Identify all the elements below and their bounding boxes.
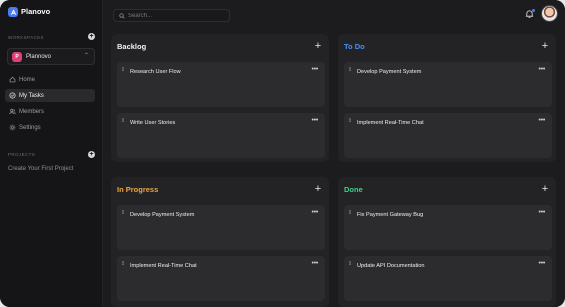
nav-item-settings[interactable]: Settings: [5, 121, 95, 134]
add-task-button[interactable]: +: [313, 41, 323, 52]
nav-item-members[interactable]: Members: [5, 105, 95, 118]
task-title: Fix Payment Gateway Bug: [357, 212, 424, 218]
column-in-progress: In Progress + ⁞⁞ Develop Payment System …: [111, 177, 329, 307]
search-icon: [119, 13, 125, 19]
add-workspace-button[interactable]: +: [88, 33, 95, 40]
drag-handle-icon[interactable]: ⁞⁞: [349, 262, 353, 269]
workspace-avatar: P: [12, 52, 22, 62]
task-title: Implement Real-Time Chat: [130, 263, 197, 269]
drag-handle-icon[interactable]: ⁞⁞: [122, 211, 126, 218]
more-options-icon[interactable]: •••: [312, 66, 319, 74]
nav-label: Members: [19, 108, 45, 115]
create-first-project-link[interactable]: Create Your First Project: [8, 166, 73, 172]
notification-dot: [532, 9, 535, 12]
task-card[interactable]: ⁞⁞ Write User Stories •••: [117, 113, 325, 158]
user-avatar[interactable]: [541, 5, 558, 22]
add-task-button[interactable]: +: [540, 184, 550, 195]
nav-label: Home: [19, 76, 36, 83]
nav-label: My Tasks: [19, 92, 44, 99]
more-options-icon[interactable]: •••: [539, 117, 546, 125]
users-icon: [9, 108, 16, 115]
task-title: Develop Payment System: [357, 69, 422, 75]
more-options-icon[interactable]: •••: [312, 260, 319, 268]
check-circle-icon: [9, 92, 16, 99]
home-icon: [9, 76, 16, 83]
column-title: To Do: [344, 42, 365, 51]
chevron-updown-icon: ⌃: [83, 53, 89, 59]
workspace-name: Plannovo: [26, 54, 52, 60]
task-card[interactable]: ⁞⁞ Fix Payment Gateway Bug •••: [344, 205, 552, 250]
column-todo: To Do + ⁞⁞ Develop Payment System ••• ⁞⁞…: [338, 34, 556, 162]
add-project-button[interactable]: +: [88, 151, 95, 158]
more-options-icon[interactable]: •••: [539, 209, 546, 217]
task-title: Write User Stories: [130, 120, 176, 126]
workspaces-label: WORKSPACES: [8, 35, 44, 40]
task-card[interactable]: ⁞⁞ Develop Payment System •••: [344, 62, 552, 107]
task-card[interactable]: ⁞⁞ Research User Flow •••: [117, 62, 325, 107]
sidebar: Planovo WORKSPACES + P Plannovo ⌃ Home M…: [0, 0, 103, 307]
task-card[interactable]: ⁞⁞ Develop Payment System •••: [117, 205, 325, 250]
planovo-logo-icon: [8, 7, 18, 17]
column-backlog: Backlog + ⁞⁞ Research User Flow ••• ⁞⁞ W…: [111, 34, 329, 162]
nav-label: Settings: [19, 124, 41, 131]
column-title: Done: [344, 185, 363, 194]
task-title: Implement Real-Time Chat: [357, 120, 424, 126]
task-title: Update API Documentation: [357, 263, 425, 269]
search-input[interactable]: [128, 11, 226, 21]
task-title: Research User Flow: [130, 69, 181, 75]
search-box[interactable]: [113, 9, 230, 22]
drag-handle-icon[interactable]: ⁞⁞: [349, 68, 353, 75]
more-options-icon[interactable]: •••: [539, 260, 546, 268]
column-title: Backlog: [117, 42, 147, 51]
add-task-button[interactable]: +: [313, 184, 323, 195]
drag-handle-icon[interactable]: ⁞⁞: [349, 211, 353, 218]
gear-icon: [9, 124, 16, 131]
task-card[interactable]: ⁞⁞ Update API Documentation •••: [344, 256, 552, 301]
more-options-icon[interactable]: •••: [312, 209, 319, 217]
drag-handle-icon[interactable]: ⁞⁞: [349, 119, 353, 126]
more-options-icon[interactable]: •••: [539, 66, 546, 74]
app-window: Planovo WORKSPACES + P Plannovo ⌃ Home M…: [0, 0, 565, 307]
add-task-button[interactable]: +: [540, 41, 550, 52]
task-card[interactable]: ⁞⁞ Implement Real-Time Chat •••: [117, 256, 325, 301]
drag-handle-icon[interactable]: ⁞⁞: [122, 262, 126, 269]
app-name: Planovo: [21, 7, 51, 16]
main-content: Backlog + ⁞⁞ Research User Flow ••• ⁞⁞ W…: [103, 0, 565, 307]
more-options-icon[interactable]: •••: [312, 117, 319, 125]
column-title: In Progress: [117, 185, 159, 194]
column-done: Done + ⁞⁞ Fix Payment Gateway Bug ••• ⁞⁞…: [338, 177, 556, 307]
task-title: Develop Payment System: [130, 212, 195, 218]
nav-item-home[interactable]: Home: [5, 73, 95, 86]
drag-handle-icon[interactable]: ⁞⁞: [122, 119, 126, 126]
task-card[interactable]: ⁞⁞ Implement Real-Time Chat •••: [344, 113, 552, 158]
workspace-switcher[interactable]: P Plannovo ⌃: [7, 48, 95, 65]
drag-handle-icon[interactable]: ⁞⁞: [122, 68, 126, 75]
nav-item-my-tasks[interactable]: My Tasks: [5, 89, 95, 102]
projects-label: PROJECTS: [8, 152, 36, 157]
